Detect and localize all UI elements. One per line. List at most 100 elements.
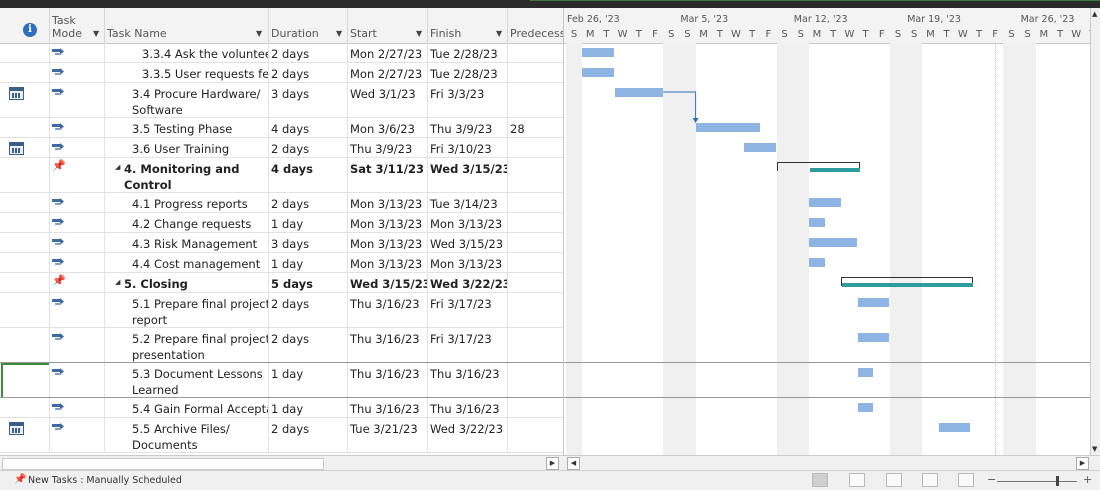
indicator-cell[interactable]: [0, 398, 50, 417]
start-cell[interactable]: Tue 3/21/23: [347, 418, 428, 452]
scroll-right-icon[interactable]: ▶: [1076, 457, 1089, 470]
duration-cell[interactable]: 1 day: [268, 398, 348, 417]
task-mode-cell[interactable]: [49, 43, 105, 62]
task-mode-cell[interactable]: [49, 213, 105, 232]
indicator-cell[interactable]: [0, 253, 50, 272]
indicator-cell[interactable]: [0, 363, 50, 397]
chart-horizontal-scrollbar[interactable]: ◀ ▶: [563, 455, 1100, 471]
finish-cell[interactable]: Thu 3/16/23: [427, 363, 508, 397]
indicator-cell[interactable]: [0, 328, 50, 362]
predecessors-column-header[interactable]: Predecessors: [507, 8, 563, 43]
task-mode-cell[interactable]: [49, 363, 105, 397]
predecessors-cell[interactable]: [507, 83, 563, 117]
start-cell[interactable]: Sat 3/11/23: [347, 158, 428, 192]
table-row[interactable]: 5.2 Prepare final project presentation 2 …: [0, 328, 563, 363]
zoom-in-icon[interactable]: +: [1083, 473, 1092, 486]
finish-cell[interactable]: Tue 3/14/23: [427, 193, 508, 212]
task-mode-cell[interactable]: [49, 328, 105, 362]
finish-cell[interactable]: Thu 3/16/23: [427, 398, 508, 417]
table-row[interactable]: 3.3.4 Ask the volunteer 2 days Mon 2/27/23…: [0, 43, 563, 63]
duration-cell[interactable]: 3 days: [268, 83, 348, 117]
finish-cell[interactable]: Mon 3/13/23: [427, 213, 508, 232]
table-horizontal-scrollbar[interactable]: ▶: [0, 455, 563, 471]
indicator-cell[interactable]: [0, 158, 50, 192]
report-view-button[interactable]: [958, 473, 974, 487]
duration-cell[interactable]: 2 days: [268, 328, 348, 362]
indicator-cell[interactable]: [0, 193, 50, 212]
zoom-out-icon[interactable]: −: [987, 473, 996, 486]
chevron-down-icon[interactable]: ▼: [336, 29, 342, 38]
chevron-down-icon[interactable]: ▼: [256, 29, 262, 38]
start-cell[interactable]: Mon 2/27/23: [347, 63, 428, 82]
task-name-cell[interactable]: 3.6 User Training: [104, 138, 269, 157]
task-mode-cell[interactable]: [49, 138, 105, 157]
duration-cell[interactable]: 1 day: [268, 253, 348, 272]
gantt-chart-area[interactable]: [564, 43, 1091, 455]
start-cell[interactable]: Wed 3/15/23: [347, 273, 428, 292]
duration-cell[interactable]: 1 day: [268, 213, 348, 232]
duration-cell[interactable]: 3 days: [268, 233, 348, 252]
start-cell[interactable]: Mon 3/6/23: [347, 118, 428, 137]
duration-cell[interactable]: 2 days: [268, 193, 348, 212]
predecessors-cell[interactable]: [507, 328, 563, 362]
finish-column-header[interactable]: Finish ▼: [427, 8, 508, 43]
start-cell[interactable]: Mon 3/13/23: [347, 193, 428, 212]
scroll-up-icon[interactable]: ▲: [1092, 10, 1097, 18]
start-cell[interactable]: Thu 3/16/23: [347, 328, 428, 362]
predecessors-cell[interactable]: [507, 158, 563, 192]
predecessors-cell[interactable]: [507, 193, 563, 212]
task-mode-cell[interactable]: [49, 253, 105, 272]
start-cell[interactable]: Mon 3/13/23: [347, 253, 428, 272]
task-mode-cell[interactable]: [49, 293, 105, 327]
task-mode-cell[interactable]: [49, 193, 105, 212]
table-row[interactable]: 3.6 User Training 2 days Thu 3/9/23 Fri 3/1…: [0, 138, 563, 158]
task-name-cell[interactable]: 4.4 Cost management: [104, 253, 269, 272]
table-row[interactable]: 4.3 Risk Management 3 days Mon 3/13/23 Wed …: [0, 233, 563, 253]
chevron-down-icon[interactable]: ▼: [416, 29, 422, 38]
task-name-cell[interactable]: 3.5 Testing Phase: [104, 118, 269, 137]
predecessors-cell[interactable]: [507, 293, 563, 327]
table-row[interactable]: 📌 ◢ 4. Monitoring and Control 4 days Sat 3/1…: [0, 158, 563, 193]
scroll-down-icon[interactable]: ▼: [1092, 445, 1097, 453]
duration-cell[interactable]: 5 days: [268, 273, 348, 292]
duration-cell[interactable]: 1 day: [268, 363, 348, 397]
duration-cell[interactable]: 2 days: [268, 138, 348, 157]
finish-cell[interactable]: Wed 3/15/23: [427, 233, 508, 252]
duration-cell[interactable]: 2 days: [268, 63, 348, 82]
task-name-cell[interactable]: 4.3 Risk Management: [104, 233, 269, 252]
predecessors-cell[interactable]: [507, 273, 563, 292]
predecessors-cell[interactable]: [507, 253, 563, 272]
indicator-cell[interactable]: [0, 233, 50, 252]
finish-cell[interactable]: Tue 2/28/23: [427, 43, 508, 62]
start-column-header[interactable]: Start ▼: [347, 8, 428, 43]
task-name-cell[interactable]: 5.5 Archive Files/ Documents: [104, 418, 269, 452]
task-name-cell[interactable]: 3.4 Procure Hardware/ Software: [104, 83, 269, 117]
predecessors-cell[interactable]: 28: [507, 118, 563, 137]
indicators-column-header[interactable]: i: [0, 8, 50, 43]
start-cell[interactable]: Mon 3/13/23: [347, 233, 428, 252]
task-mode-cell[interactable]: [49, 63, 105, 82]
task-mode-cell[interactable]: [49, 83, 105, 117]
task-name-cell[interactable]: 5.2 Prepare final project presentation: [104, 328, 269, 362]
task-name-column-header[interactable]: Task Name ▼: [104, 8, 269, 43]
table-row[interactable]: 3.4 Procure Hardware/ Software 3 days Wed …: [0, 83, 563, 118]
task-mode-column-header[interactable]: Task Mode ▼: [49, 8, 105, 43]
start-cell[interactable]: Thu 3/16/23: [347, 363, 428, 397]
start-cell[interactable]: Thu 3/9/23: [347, 138, 428, 157]
start-cell[interactable]: Thu 3/16/23: [347, 398, 428, 417]
task-mode-cell[interactable]: [49, 118, 105, 137]
resource-sheet-view-button[interactable]: [922, 473, 938, 487]
start-cell[interactable]: Mon 3/13/23: [347, 213, 428, 232]
predecessors-cell[interactable]: [507, 43, 563, 62]
scroll-left-icon[interactable]: ◀: [567, 457, 580, 470]
indicator-cell[interactable]: [0, 138, 50, 157]
table-row[interactable]: 4.1 Progress reports 2 days Mon 3/13/23 Tue…: [0, 193, 563, 213]
indicator-cell[interactable]: [0, 293, 50, 327]
indicator-cell[interactable]: [0, 118, 50, 137]
duration-cell[interactable]: 4 days: [268, 118, 348, 137]
table-row[interactable]: 4.2 Change requests 1 day Mon 3/13/23 Mon 3…: [0, 213, 563, 233]
table-row[interactable]: 4.4 Cost management 1 day Mon 3/13/23 Mon 3…: [0, 253, 563, 273]
task-name-cell[interactable]: 5.3 Document Lessons Learned: [104, 363, 269, 397]
finish-cell[interactable]: Fri 3/17/23: [427, 328, 508, 362]
table-row[interactable]: 3.3.5 User requests fea 2 days Mon 2/27/23…: [0, 63, 563, 83]
